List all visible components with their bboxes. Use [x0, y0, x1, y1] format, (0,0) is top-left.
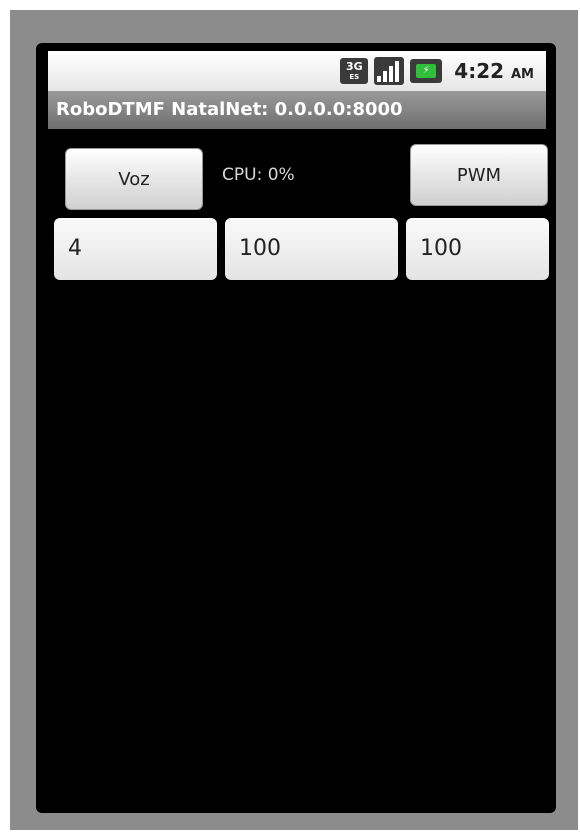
phone-screen: 3G ES ⚡ 4:22 AM RoboDTMF NatalNet: 0.0.0…: [36, 43, 556, 813]
network-sub-label: ES: [349, 73, 360, 81]
input-field-3[interactable]: 100: [406, 218, 549, 280]
input-field-1[interactable]: 4: [54, 218, 217, 280]
app-title: RoboDTMF NatalNet: 0.0.0.0:8000: [56, 99, 403, 120]
pwm-button[interactable]: PWM: [410, 144, 548, 206]
network-label: 3G: [345, 60, 363, 73]
voz-button[interactable]: Voz: [65, 148, 203, 210]
cpu-usage-label: CPU: 0%: [222, 165, 295, 185]
input-field-2[interactable]: 100: [225, 218, 398, 280]
clock-ampm: AM: [511, 67, 534, 82]
battery-icon: ⚡: [410, 59, 443, 83]
status-bar: 3G ES ⚡ 4:22 AM: [48, 51, 546, 91]
app-title-bar: RoboDTMF NatalNet: 0.0.0.0:8000: [48, 91, 546, 129]
clock-time: 4:22: [454, 59, 505, 83]
3g-icon: 3G ES: [340, 58, 369, 84]
clock: 4:22 AM: [454, 59, 534, 83]
signal-icon: [374, 57, 405, 85]
